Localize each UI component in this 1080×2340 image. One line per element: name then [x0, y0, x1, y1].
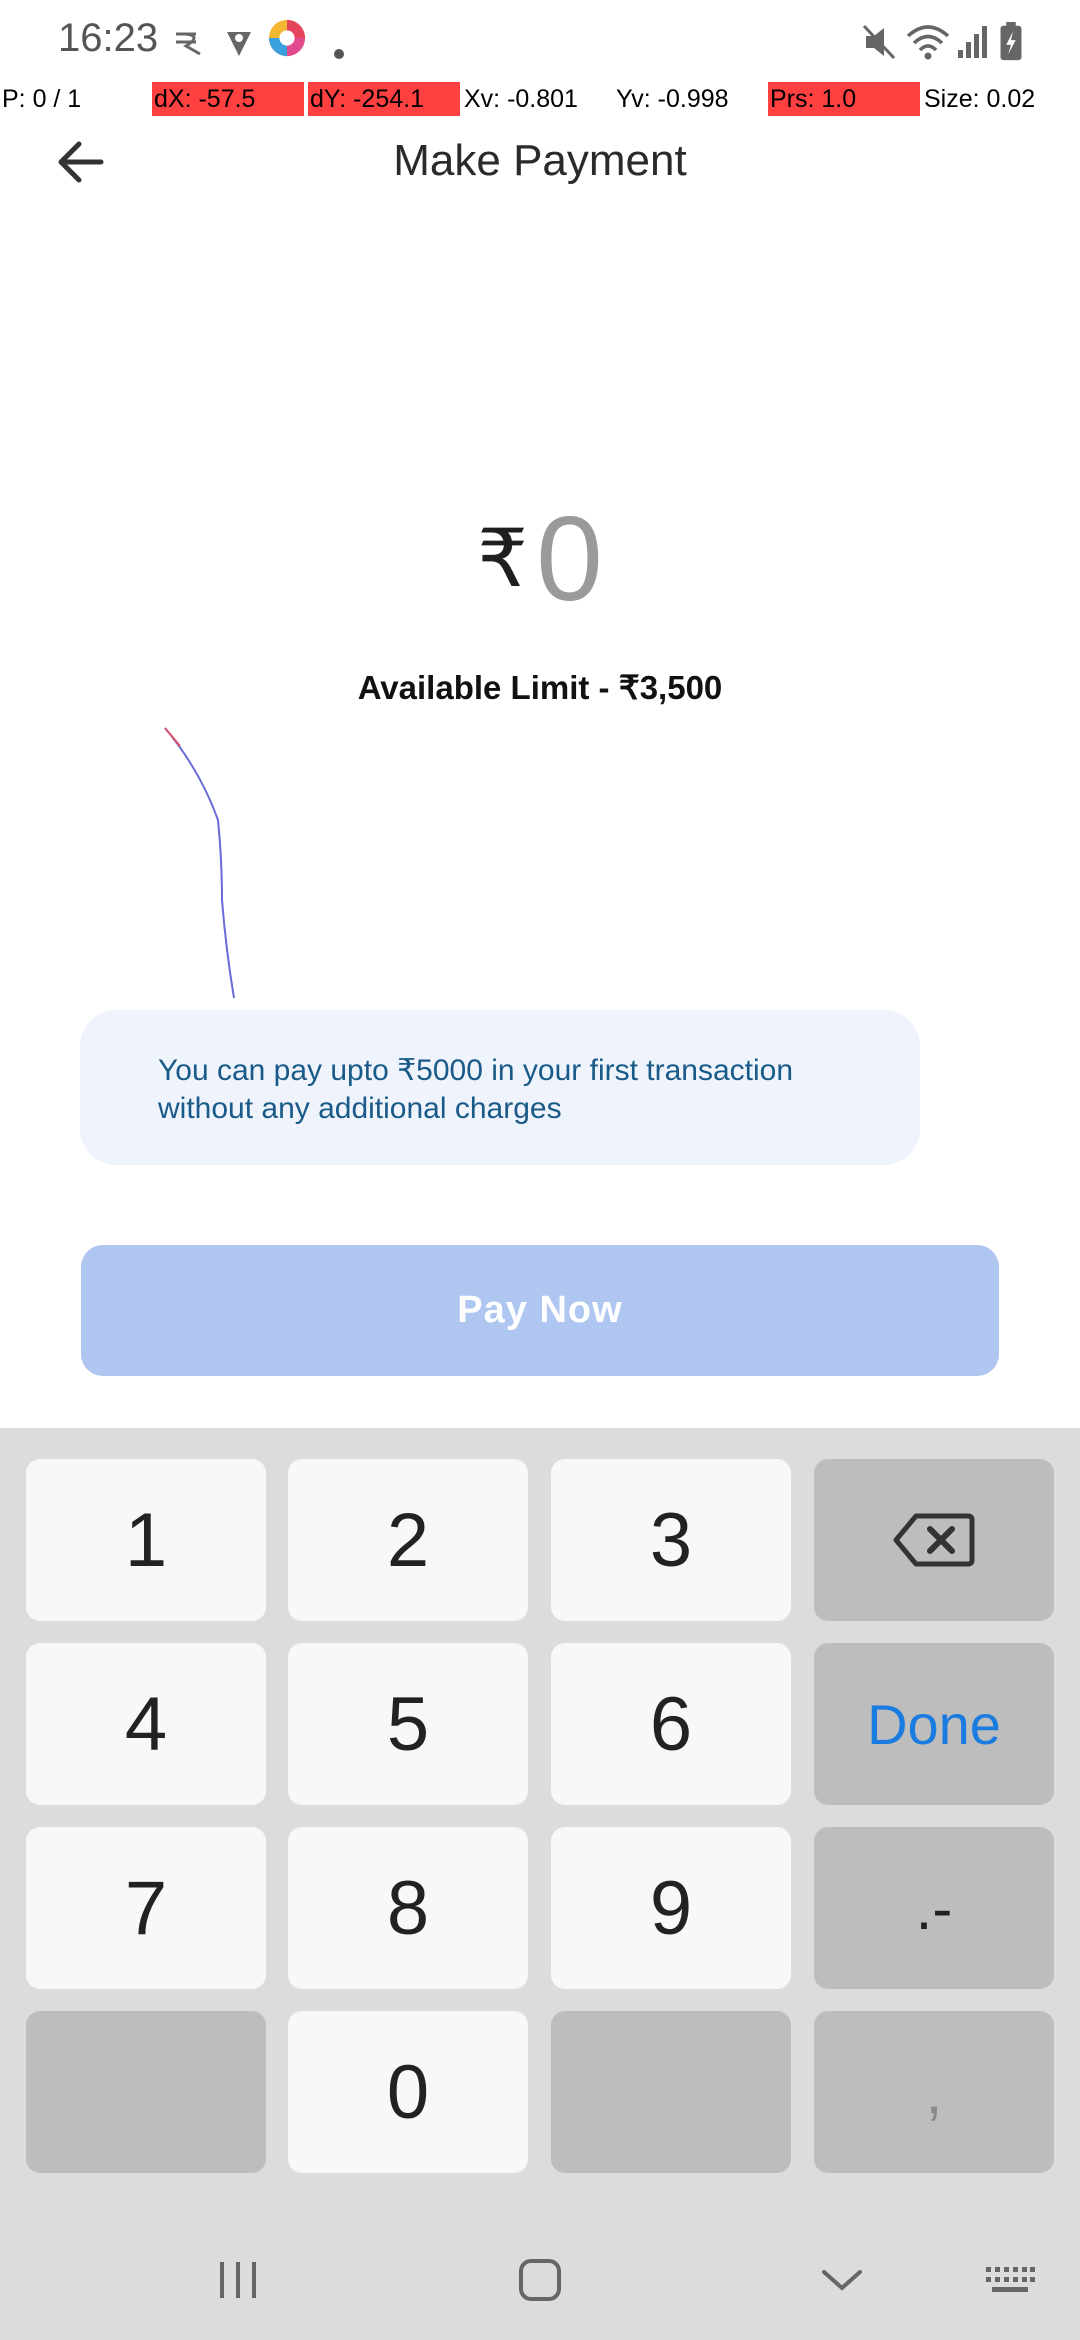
battery-icon [1000, 22, 1022, 61]
info-text: You can pay upto ₹5000 in your first tra… [158, 1054, 794, 1125]
keyboard-switch-button[interactable] [970, 2250, 1050, 2310]
recents-icon [220, 2262, 256, 2298]
backspace-key[interactable] [814, 1459, 1054, 1621]
key-5[interactable]: 5 [288, 1643, 528, 1805]
dot-icon [334, 49, 344, 59]
key-8[interactable]: 8 [288, 1827, 528, 1989]
home-icon [519, 2259, 561, 2301]
pointer-pressure: Prs: 1.0 [768, 82, 920, 116]
amount-input[interactable]: ₹0 [0, 490, 1080, 628]
key-0[interactable]: 0 [288, 2011, 528, 2173]
back-nav-button[interactable] [802, 2250, 882, 2310]
r-app-icon [176, 32, 201, 56]
comma-key[interactable]: , [814, 2011, 1054, 2173]
pay-now-button[interactable]: Pay Now [81, 1245, 999, 1376]
blank-key-left [26, 2011, 266, 2173]
info-banner: You can pay upto ₹5000 in your first tra… [80, 1010, 920, 1165]
key-1[interactable]: 1 [26, 1459, 266, 1621]
currency-symbol: ₹ [477, 514, 529, 603]
pointer-count: P: 0 / 1 [2, 85, 82, 113]
key-7[interactable]: 7 [26, 1827, 266, 1989]
key-2[interactable]: 2 [288, 1459, 528, 1621]
system-nav-bar [0, 2220, 1080, 2340]
amount-value: 0 [536, 492, 603, 626]
recents-button[interactable] [198, 2250, 278, 2310]
dot-dash-key[interactable]: .- [814, 1827, 1054, 1989]
status-bar: 16:23 [0, 0, 1080, 84]
pointer-yv: Yv: -0.998 [616, 85, 729, 113]
back-chevron-icon [822, 2270, 862, 2291]
app-header: Make Payment [0, 120, 1080, 204]
wifi-icon [906, 25, 950, 60]
available-limit: Available Limit - ₹3,500 [357, 669, 723, 706]
pointer-dx: dX: -57.5 [152, 82, 304, 116]
home-button[interactable] [500, 2250, 580, 2310]
signal-icon [958, 26, 987, 58]
backspace-icon [893, 1513, 975, 1567]
status-time: 16:23 [58, 16, 159, 60]
key-4[interactable]: 4 [26, 1643, 266, 1805]
key-6[interactable]: 6 [551, 1643, 791, 1805]
app-color-icon [268, 19, 306, 57]
pointer-overlay: P: 0 / 1 dX: -57.5 dY: -254.1 Xv: -0.801… [0, 82, 1080, 118]
page-title: Make Payment [393, 136, 687, 185]
key-9[interactable]: 9 [551, 1827, 791, 1989]
pointer-dy: dY: -254.1 [308, 82, 460, 116]
mute-icon [862, 24, 896, 60]
numeric-keyboard: 1 2 3 4 5 6 Done 7 8 9 .- 0 , [0, 1428, 1080, 2340]
screen: 16:23 P: 0 / 1 dX: -57.5 dY: -254.1 Xv: … [0, 0, 1080, 2340]
blank-key-middle [551, 2011, 791, 2173]
pointer-xv: Xv: -0.801 [464, 85, 578, 113]
done-key[interactable]: Done [814, 1643, 1054, 1805]
vpn-icon [227, 32, 251, 56]
key-3[interactable]: 3 [551, 1459, 791, 1621]
keyboard-icon [986, 2267, 1035, 2292]
pointer-size: Size: 0.02 [924, 85, 1036, 113]
